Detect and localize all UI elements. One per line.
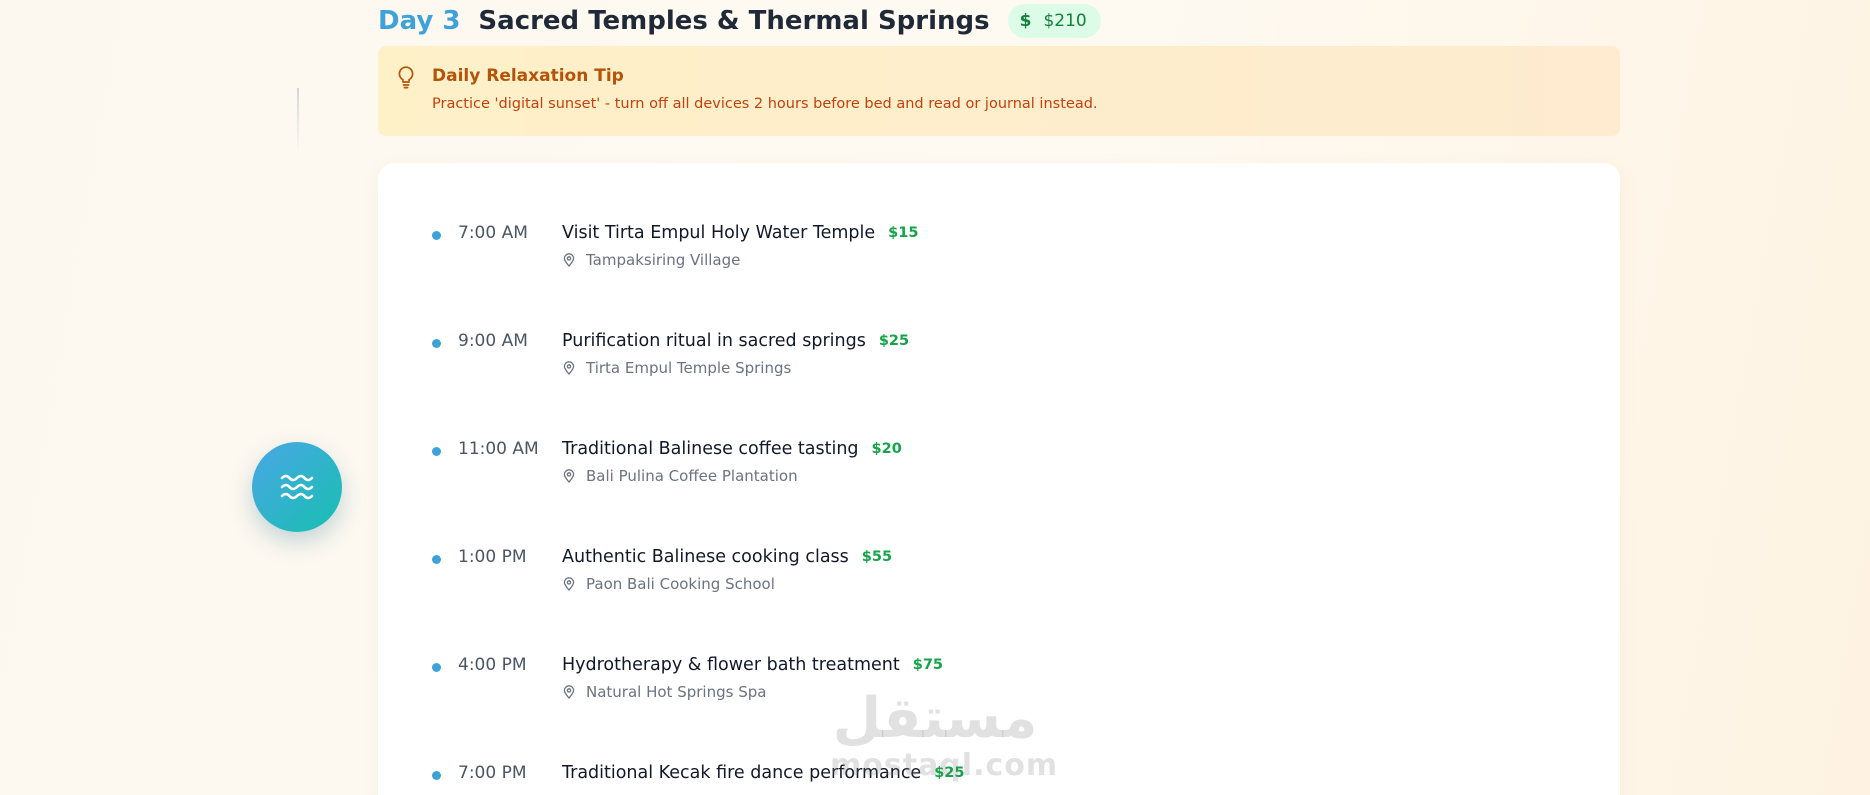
timeline-dot [432,771,441,780]
day-header: Day 3 Sacred Temples & Thermal Springs $… [378,2,1101,40]
relaxation-tip-box: Daily Relaxation Tip Practice 'digital s… [378,46,1620,136]
lightbulb-icon [398,66,414,89]
activity-title: Authentic Balinese cooking class [562,547,849,567]
activity-location: Tirta Empul Temple Springs [586,359,792,377]
activity-time: 7:00 AM [458,223,528,243]
activity-time: 7:00 PM [458,763,527,783]
location-pin-icon [563,253,575,267]
day-label: Day 3 [378,6,461,36]
tip-title: Daily Relaxation Tip [432,66,624,86]
timeline-dot [432,339,441,348]
activity-item[interactable]: 7:00 AM Visit Tirta Empul Holy Water Tem… [432,220,1582,280]
activity-time: 1:00 PM [458,547,527,567]
itinerary-card: 7:00 AM Visit Tirta Empul Holy Water Tem… [378,163,1620,795]
activity-item[interactable]: 1:00 PM Authentic Balinese cooking class… [432,544,1582,604]
activity-location: Natural Hot Springs Spa [586,683,767,701]
relax-fab-button[interactable] [252,442,342,532]
activity-title: Purification ritual in sacred springs [562,331,866,351]
day-cost-badge: $ $210 [1007,4,1101,38]
activity-title: Visit Tirta Empul Holy Water Temple [562,223,876,243]
day-cost-value: $210 [1043,11,1087,31]
location-pin-icon [563,685,575,699]
day-title: Sacred Temples & Thermal Springs [478,6,990,36]
location-pin-icon [563,361,575,375]
tip-text: Practice 'digital sunset' - turn off all… [432,96,1098,112]
location-pin-icon [563,469,575,483]
location-pin-icon [563,577,575,591]
activity-title: Traditional Balinese coffee tasting [562,439,859,459]
timeline-dot [432,447,441,456]
dollar-icon: $ [1019,11,1032,31]
timeline-dot [432,663,441,672]
activity-item[interactable]: 9:00 AM Purification ritual in sacred sp… [432,328,1582,388]
activity-title: Hydrotherapy & flower bath treatment [562,655,900,675]
activity-cost: $75 [912,657,944,673]
waves-icon [280,474,314,500]
activity-item[interactable]: 7:00 PM Traditional Kecak fire dance per… [432,760,1582,795]
activity-time: 11:00 AM [458,439,539,459]
timeline-dot [432,231,441,240]
activity-cost: $20 [871,441,902,457]
activity-title: Traditional Kecak fire dance performance [562,763,922,783]
activity-cost: $15 [888,225,919,241]
activity-time: 9:00 AM [458,331,528,351]
activity-cost: $55 [861,549,893,565]
activity-location: Paon Bali Cooking School [586,575,775,593]
activity-time: 4:00 PM [458,655,527,675]
activity-item[interactable]: 4:00 PM Hydrotherapy & flower bath treat… [432,652,1582,712]
timeline-line [297,88,299,152]
activity-cost: $25 [934,765,965,781]
timeline-dot [432,555,441,564]
activity-location: Bali Pulina Coffee Plantation [586,467,798,485]
activity-item[interactable]: 11:00 AM Traditional Balinese coffee tas… [432,436,1582,496]
activity-cost: $25 [878,333,910,349]
activity-location: Tampaksiring Village [586,251,741,269]
